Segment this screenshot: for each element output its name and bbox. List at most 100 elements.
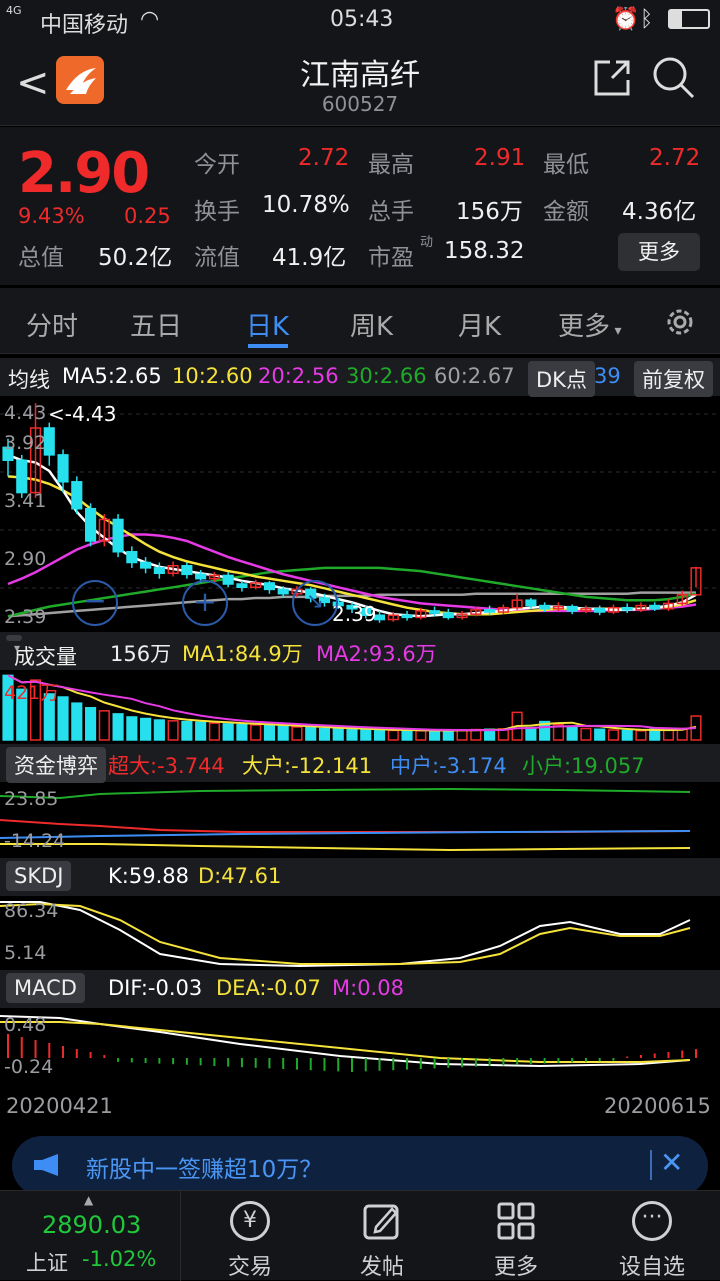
zoom-in-icon[interactable]: + [182, 580, 228, 626]
tab-intraday[interactable]: 分时 [26, 306, 78, 343]
settings-gear-icon[interactable] [662, 304, 698, 340]
index-quote[interactable]: ▲ 2890.03 上证 -1.02% [0, 1191, 180, 1281]
fund-flow-selector[interactable]: 资金博弈 [6, 747, 106, 783]
volume-bar [607, 729, 620, 741]
dropdown-arrow-icon: ▾ [14, 641, 21, 655]
volume-ma2-line [7, 674, 697, 732]
volume-bar [181, 720, 193, 741]
trade-button[interactable]: ¥ 交易 [200, 1191, 300, 1281]
candle-body [140, 561, 152, 569]
candle-body [525, 599, 537, 607]
macd-legend: MACD DIF:-0.03 DEA:-0.07 M:0.08 [0, 970, 720, 1008]
search-icon[interactable] [652, 56, 696, 100]
candle-body [442, 612, 454, 619]
fund-flow-legend: 资金博弈 超大:-3.744 大户:-12.141 中户:-3.174 小户:1… [0, 744, 720, 783]
ma60-value: 60:2.67 [434, 364, 515, 388]
volume-bar [305, 726, 317, 741]
candle-body [16, 459, 28, 494]
skdj-selector[interactable]: SKDJ [6, 861, 72, 891]
skdj-k: K:59.88 [108, 864, 189, 888]
price-tick: 4.43 [4, 402, 47, 424]
volume-bar [263, 724, 276, 741]
volume-bar [98, 710, 110, 741]
ma10-value: 10:2.60 [172, 364, 253, 388]
ma5-value: MA5:2.65 [62, 364, 162, 388]
candle-body [401, 614, 413, 619]
more-button[interactable]: 更多 [466, 1191, 566, 1281]
total-cap-label: 总值 [18, 245, 64, 271]
add-favorite-button[interactable]: ··· 设自选 [602, 1191, 702, 1281]
volume-bar [71, 702, 83, 741]
candle-body [236, 583, 248, 589]
candle-body [539, 604, 551, 610]
candle-body [126, 550, 138, 564]
promo-banner[interactable]: 新股中一签赚超10万？ ✕ [12, 1136, 708, 1196]
candle-body [57, 454, 69, 483]
adjust-mode-button[interactable]: 前复权 [634, 361, 713, 397]
ma30-value: 30:2.66 [346, 364, 427, 388]
close-icon[interactable]: ✕ [660, 1146, 683, 1179]
more-dots-icon: ··· [632, 1201, 672, 1241]
clock: 05:43 [330, 7, 394, 32]
zoom-out-icon[interactable]: − [72, 580, 118, 626]
low-marker: 2.39 [332, 602, 377, 626]
amount-value: 4.36亿 [622, 199, 697, 225]
volume-ma2: MA2:93.6万 [316, 642, 437, 666]
volume-bar [318, 727, 331, 741]
tab-weekly-k[interactable]: 周K [350, 306, 393, 343]
candle-body [222, 574, 234, 585]
open-label: 今开 [194, 152, 240, 178]
tab-more[interactable]: 更多 ▾ [558, 306, 622, 343]
volume-max-tick: 421万 [4, 682, 60, 704]
skdj-chart: 86.34 5.14 [0, 896, 720, 970]
change-amount: 0.25 [124, 204, 171, 228]
volume-bar [84, 707, 97, 741]
period-tabs: 分时 五日 日K 周K 月K 更多 ▾ [0, 288, 720, 354]
trade-label: 交易 [227, 1255, 272, 1280]
skdj-tick: 5.14 [4, 942, 47, 964]
candle-body [277, 588, 289, 595]
volume-bar [126, 716, 138, 741]
post-button[interactable]: 发帖 [332, 1191, 432, 1281]
tab-monthly-k[interactable]: 月K [458, 306, 501, 343]
favorite-label: 设自选 [618, 1255, 685, 1280]
open-value: 2.72 [298, 145, 350, 171]
edit-icon [362, 1201, 402, 1241]
index-value: 2890.03 [42, 1211, 142, 1239]
volume-bar [428, 729, 441, 741]
volume-bar [566, 726, 578, 741]
ma-legend: 均线 MA5:2.65 10:2.60 20:2.56 30:2.66 60:2… [0, 358, 720, 397]
share-icon[interactable] [592, 58, 632, 98]
fund-large: 大户:-12.141 [242, 754, 373, 778]
volume-chart: 421万 [0, 670, 720, 742]
turnover-value: 10.78% [262, 192, 350, 218]
volume-bar [594, 728, 606, 741]
more-quote-button[interactable]: 更多 [618, 233, 700, 271]
kline-chart[interactable]: 4.43 3.92 3.41 2.90 2.39 <-4.43 2.39 − +… [0, 396, 720, 630]
skdj-d: D:47.61 [198, 864, 282, 888]
dk-point-button[interactable]: DK点 [528, 361, 595, 397]
volume-bar [277, 725, 289, 741]
candle-body [181, 564, 193, 576]
volume-bar [662, 729, 675, 741]
volume-bar [635, 730, 647, 741]
candle-body [484, 609, 496, 613]
price-tick: 3.92 [4, 432, 47, 454]
low-label: 最低 [543, 152, 589, 178]
tab-five-day[interactable]: 五日 [130, 306, 182, 343]
bluetooth-icon: ᛒ [640, 7, 654, 32]
total-cap-value: 50.2亿 [98, 245, 173, 271]
move-arrow-icon[interactable]: ↘ [292, 580, 338, 626]
tab-daily-k[interactable]: 日K [246, 306, 289, 343]
macd-dea: DEA:-0.07 [216, 976, 321, 1000]
high-label: 最高 [368, 152, 414, 178]
post-label: 发帖 [359, 1255, 404, 1280]
volume-indicator-selector[interactable]: 成交量 ▾ [6, 635, 77, 669]
price-tick: 2.90 [4, 548, 47, 570]
volume-bar [153, 719, 165, 741]
wifi-icon: ◠ [140, 7, 160, 32]
trade-yen-icon: ¥ [230, 1201, 270, 1241]
index-name: 上证 [26, 1251, 68, 1275]
macd-selector[interactable]: MACD [6, 973, 85, 1003]
volume-bar [387, 729, 399, 741]
